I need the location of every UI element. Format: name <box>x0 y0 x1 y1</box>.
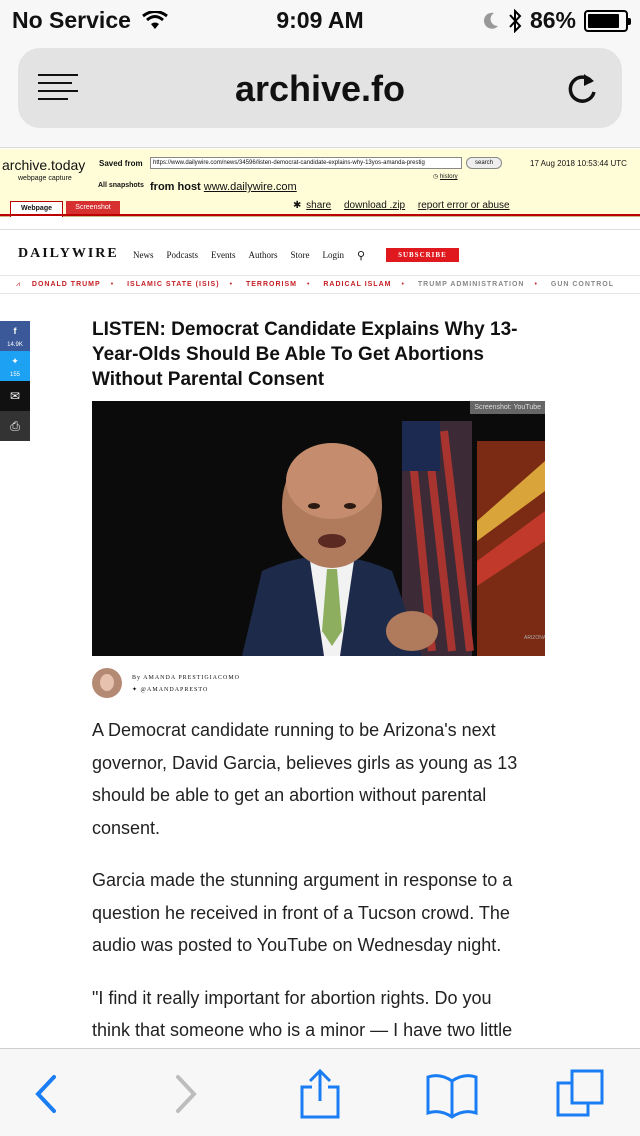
topic-item[interactable]: TRUMP ADMINISTRATION <box>418 281 525 288</box>
nav-news[interactable]: News <box>133 250 154 260</box>
topic-item[interactable]: GUN CONTROL <box>551 281 614 288</box>
archived-page: DAILYWIRE News Podcasts Events Authors S… <box>0 229 640 1049</box>
nav-events[interactable]: Events <box>211 250 236 260</box>
archive-actions: ✱ share download .zip report error or ab… <box>293 200 520 211</box>
from-host: from host www.dailywire.com <box>150 181 297 193</box>
svg-text:ARIZONA: ARIZONA <box>524 635 545 641</box>
subscribe-button[interactable]: SUBSCRIBE <box>386 248 459 262</box>
photo-credit: Screenshot: YouTube <box>470 401 545 414</box>
printer-icon: ⎙ <box>10 419 20 433</box>
archive-divider <box>0 214 640 216</box>
host-link[interactable]: www.dailywire.com <box>204 181 297 193</box>
search-icon[interactable]: ⚲ <box>357 249 365 262</box>
archive-brand-sub: webpage capture <box>18 175 72 182</box>
email-icon: ✉ <box>9 389 21 403</box>
all-snapshots-label: All snapshots <box>98 182 144 189</box>
facebook-count: 14.9K <box>7 342 23 348</box>
topic-item[interactable]: ISLAMIC STATE (ISIS) <box>127 281 219 288</box>
twitter-share-button[interactable]: ✦ 155 <box>0 351 30 381</box>
article-headline: LISTEN: Democrat Candidate Explains Why … <box>92 319 518 390</box>
article-paragraph: "I find it really important for abortion… <box>92 987 513 1041</box>
back-icon[interactable] <box>20 1069 76 1119</box>
author-twitter[interactable]: ✦ @AMANDAPRESTO <box>132 686 208 693</box>
author-avatar[interactable] <box>92 668 122 698</box>
reload-icon[interactable] <box>562 68 602 108</box>
candidate-photo: ARIZONA <box>92 401 545 656</box>
share-sidebar: f 14.9K ✦ 155 ✉ ⎙ <box>0 321 30 441</box>
topic-bar: ⩘ DONALD TRUMP • ISLAMIC STATE (ISIS) • TE… <box>0 276 640 294</box>
archive-date: 17 Aug 2018 10:53:44 UTC <box>530 159 627 168</box>
saved-url-input[interactable]: https://www.dailywire.com/news/34596/lis… <box>150 157 462 169</box>
status-bar: No Service 9:09 AM 86% <box>0 0 640 40</box>
download-link[interactable]: download .zip <box>344 200 405 211</box>
trending-icon: ⩘ <box>16 281 21 288</box>
article-paragraph: Garcia made the stunning argument in res… <box>92 870 513 955</box>
article-paragraph: A Democrat candidate running to be Arizo… <box>92 720 518 838</box>
saved-from-label: Saved from <box>99 159 143 168</box>
site-logo[interactable]: DAILYWIRE <box>18 246 119 262</box>
email-share-button[interactable]: ✉ <box>0 381 30 411</box>
site-nav-links: News Podcasts Events Authors Store Login… <box>133 248 459 262</box>
author-name[interactable]: By AMANDA PRESTIGIACOMO <box>132 675 240 681</box>
tabs-icon[interactable] <box>554 1069 610 1119</box>
facebook-icon: f <box>13 326 17 336</box>
article-photo: ARIZONA Screenshot: YouTube <box>92 401 545 656</box>
site-nav: DAILYWIRE News Podcasts Events Authors S… <box>0 230 640 276</box>
battery-icon <box>584 9 631 32</box>
article-body: A Democrat candidate running to be Arizo… <box>92 714 532 1049</box>
nav-podcasts[interactable]: Podcasts <box>167 250 199 260</box>
print-button[interactable]: ⎙ <box>0 411 30 441</box>
history-icon: ◷ <box>433 174 439 180</box>
report-link[interactable]: report error or abuse <box>418 200 510 211</box>
nav-authors[interactable]: Authors <box>249 250 278 260</box>
moon-icon <box>483 12 498 29</box>
share-icon: ✱ <box>293 200 302 211</box>
archive-brand[interactable]: archive.today <box>2 157 85 173</box>
share-icon[interactable] <box>292 1069 348 1119</box>
share-link[interactable]: share <box>306 200 331 211</box>
browser-address-area: archive.fo <box>0 40 640 148</box>
battery-fill <box>588 13 619 28</box>
forward-icon[interactable] <box>158 1069 214 1119</box>
facebook-share-button[interactable]: f 14.9K <box>0 321 30 351</box>
twitter-icon: ✦ <box>11 356 19 366</box>
from-host-label: from host <box>150 181 201 193</box>
topic-item[interactable]: DONALD TRUMP <box>32 281 101 288</box>
address-bar[interactable]: archive.fo <box>18 48 622 128</box>
nav-store[interactable]: Store <box>291 250 310 260</box>
archive-search-button[interactable]: search <box>466 157 502 169</box>
nav-login[interactable]: Login <box>323 250 345 260</box>
topic-item[interactable]: RADICAL ISLAM <box>323 281 391 288</box>
twitter-icon: ✦ <box>132 687 139 693</box>
bookmarks-icon[interactable] <box>424 1069 480 1119</box>
topic-item[interactable]: TERRORISM <box>246 281 297 288</box>
history-label[interactable]: history <box>440 174 458 180</box>
history-link[interactable]: ◷ history <box>433 173 458 180</box>
author-handle[interactable]: @AMANDAPRESTO <box>141 687 209 693</box>
bluetooth-icon <box>509 8 522 33</box>
twitter-count: 155 <box>9 372 20 378</box>
address-domain[interactable]: archive.fo <box>18 68 622 110</box>
archive-header: archive.today webpage capture Saved from… <box>0 149 640 217</box>
browser-toolbar <box>0 1048 640 1136</box>
battery-percent: 86% <box>529 7 576 33</box>
